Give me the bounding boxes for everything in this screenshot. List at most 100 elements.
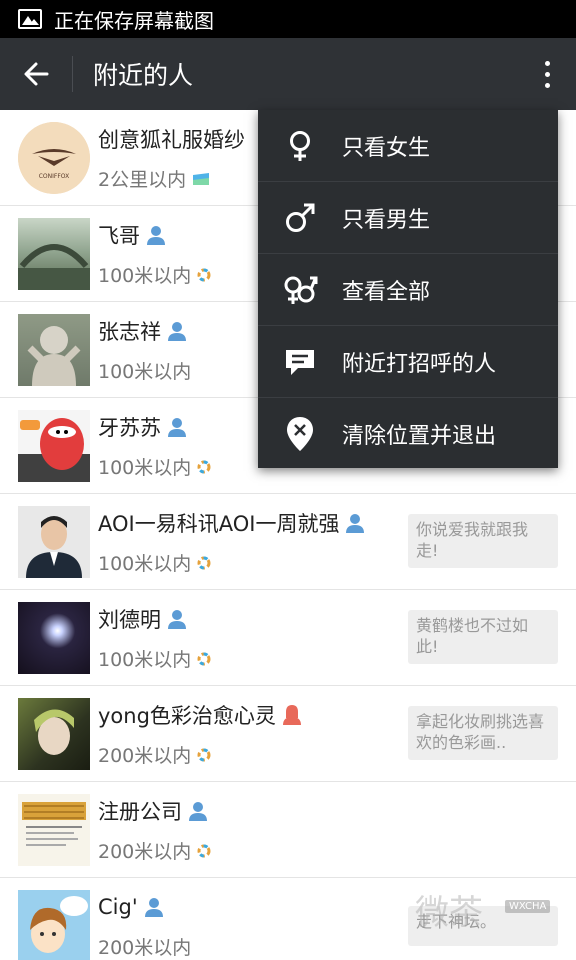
distance-line: 100米以内 xyxy=(98,260,211,290)
person-name: 注册公司 xyxy=(98,799,182,824)
person-info: 刘德明 100米以内 xyxy=(98,602,211,674)
menu-item-label: 查看全部 xyxy=(342,279,431,305)
menu-item-female-only[interactable]: 只看女生 xyxy=(258,110,558,182)
message-icon xyxy=(286,349,314,375)
menu-item-view-all[interactable]: 查看全部 xyxy=(258,254,558,326)
distance: 100米以内 xyxy=(98,265,192,287)
back-button[interactable] xyxy=(0,38,72,110)
moments-icon xyxy=(197,748,211,761)
image-icon xyxy=(18,9,42,29)
distance-line: 100米以内 xyxy=(98,548,366,578)
signature-bubble: 拿起化妆刷挑选喜欢的色彩画.. xyxy=(408,706,558,760)
avatar xyxy=(18,697,90,770)
list-item[interactable]: 注册公司 200米以内 xyxy=(0,782,576,878)
distance-line: 100米以内 xyxy=(98,644,211,674)
moments-icon xyxy=(197,268,211,281)
toolbar-divider xyxy=(72,56,73,92)
male-user-icon xyxy=(168,417,186,437)
person-info: 注册公司 200米以内 xyxy=(98,794,211,866)
distance-line: 200米以内 xyxy=(98,836,211,866)
menu-item-label: 附近打招呼的人 xyxy=(342,351,497,377)
name-line: 张志祥 xyxy=(98,314,191,348)
person-name: 张志祥 xyxy=(98,319,161,344)
name-line: yong色彩治愈心灵 xyxy=(98,698,303,732)
distance-line: 100米以内 xyxy=(98,356,191,386)
person-info: 创意狐礼服婚纱 2公里以内 xyxy=(98,122,245,194)
dot xyxy=(544,82,550,88)
location-clear-icon xyxy=(287,417,313,451)
distance: 200米以内 xyxy=(98,937,192,959)
person-name: Cig' xyxy=(98,894,138,919)
signature-bubble: 黄鹤楼也不过如此! xyxy=(408,610,558,664)
menu-item-male-only[interactable]: 只看男生 xyxy=(258,182,558,254)
watermark-badge: WXCHA xyxy=(505,900,551,913)
male-user-icon xyxy=(147,225,165,245)
distance: 200米以内 xyxy=(98,745,192,767)
distance-line: 100米以内 xyxy=(98,452,211,482)
back-arrow-icon xyxy=(24,62,49,86)
person-name: 创意狐礼服婚纱 xyxy=(98,127,245,152)
status-bar: 正在保存屏幕截图 xyxy=(0,0,576,38)
avatar: CONIFFOX xyxy=(18,121,90,194)
fox-logo-icon: CONIFFOX xyxy=(18,121,90,194)
avatar xyxy=(18,313,90,386)
avatar xyxy=(18,793,90,866)
person-info: AOI一易科讯AOI一周就强 100米以内 xyxy=(98,506,366,578)
person-info: 牙苏苏 100米以内 xyxy=(98,410,211,482)
person-info: 张志祥 100米以内 xyxy=(98,314,191,386)
list-item[interactable]: 刘德明 100米以内 黄鹤楼也不过如此! xyxy=(0,590,576,686)
male-user-icon xyxy=(144,897,163,917)
moments-icon xyxy=(197,556,211,569)
menu-item-label: 只看男生 xyxy=(342,207,431,233)
distance-line: 200米以内 xyxy=(98,932,191,960)
distance-line: 200米以内 xyxy=(98,740,303,770)
person-name: yong色彩治愈心灵 xyxy=(98,703,276,728)
name-line: 注册公司 xyxy=(98,794,211,828)
distance-line: 2公里以内 xyxy=(98,164,245,194)
name-line: 飞哥 xyxy=(98,218,211,252)
avatar xyxy=(18,601,90,674)
male-user-icon xyxy=(168,609,186,629)
signature-bubble: 你说爱我就跟我走! xyxy=(408,514,558,568)
male-user-icon xyxy=(346,513,365,533)
menu-item-label: 清除位置并退出 xyxy=(342,424,497,449)
person-name: AOI一易科讯AOI一周就强 xyxy=(98,511,340,536)
distance: 2公里以内 xyxy=(98,169,187,191)
person-name: 牙苏苏 xyxy=(98,415,161,440)
menu-item-label: 只看女生 xyxy=(342,135,431,161)
list-item[interactable]: yong色彩治愈心灵 200米以内 拿起化妆刷挑选喜欢的色彩画.. xyxy=(0,686,576,782)
moments-icon xyxy=(197,460,211,473)
list-item[interactable]: Cig' 200米以内 走下神坛。 xyxy=(0,878,576,960)
name-line: 创意狐礼服婚纱 xyxy=(98,122,245,156)
menu-item-clear-location[interactable]: 清除位置并退出 xyxy=(258,398,558,470)
person-info: Cig' 200米以内 xyxy=(98,890,191,960)
name-line: 刘德明 xyxy=(98,602,211,636)
name-line: 牙苏苏 xyxy=(98,410,211,444)
list-item[interactable]: AOI一易科讯AOI一周就强 100米以内 你说爱我就跟我走! xyxy=(0,494,576,590)
dot xyxy=(544,71,550,77)
distance: 100米以内 xyxy=(98,649,192,671)
all-gender-icon xyxy=(284,275,318,304)
watermark: 微茶 xyxy=(415,893,483,933)
page-title: 附近的人 xyxy=(93,61,194,90)
person-info: 飞哥 100米以内 xyxy=(98,218,211,290)
menu-item-nearby-greetings[interactable]: 附近打招呼的人 xyxy=(258,326,558,398)
person-name: 飞哥 xyxy=(98,223,140,248)
svg-text:CONIFFOX: CONIFFOX xyxy=(39,173,70,180)
distance: 100米以内 xyxy=(98,457,192,479)
more-menu-button[interactable] xyxy=(518,38,576,110)
distance: 200米以内 xyxy=(98,841,192,863)
moments-icon xyxy=(197,844,211,857)
avatar xyxy=(18,889,90,960)
male-user-icon xyxy=(168,321,186,341)
name-line: Cig' xyxy=(98,890,191,924)
status-text: 正在保存屏幕截图 xyxy=(54,8,214,33)
male-user-icon xyxy=(189,801,207,821)
female-user-icon xyxy=(282,704,301,725)
album-icon xyxy=(193,172,210,185)
filter-popup-menu: 只看女生 只看男生 查看全部 附近打招呼的人 清除位置并退出 xyxy=(258,110,558,468)
person-info: yong色彩治愈心灵 200米以内 xyxy=(98,698,303,770)
male-icon xyxy=(286,203,315,232)
toolbar: 附近的人 xyxy=(0,38,576,110)
dot xyxy=(544,60,550,66)
